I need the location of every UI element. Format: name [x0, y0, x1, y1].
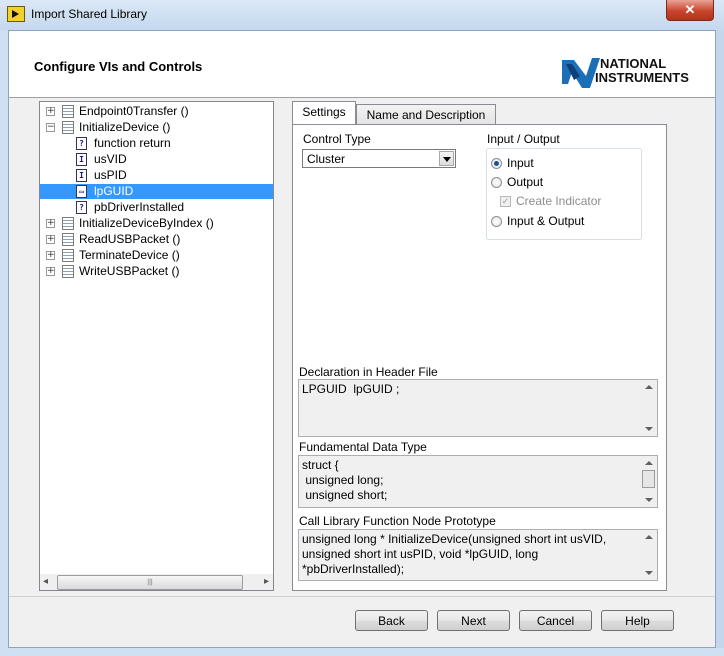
header-divider: [9, 97, 715, 98]
cluster-param-icon: ▭: [76, 185, 87, 198]
window-frame: [716, 30, 724, 648]
page-title: Configure VIs and Controls: [34, 59, 203, 74]
tree-item-label: usVID: [94, 152, 127, 166]
title-bar[interactable]: Import Shared Library ✕: [0, 0, 724, 30]
vertical-scrollbar[interactable]: [640, 456, 657, 507]
tree-item-label: Endpoint0Transfer (): [79, 104, 189, 118]
tree-item-label: function return: [94, 136, 171, 150]
tree-item-label: lpGUID: [94, 184, 134, 198]
expand-icon[interactable]: +: [46, 219, 55, 228]
logo-text-national: NATIONAL: [600, 56, 666, 71]
function-icon: [62, 233, 74, 246]
scroll-down-icon[interactable]: [645, 427, 653, 431]
tree-item-lpguid[interactable]: ▭ lpGUID: [40, 184, 273, 199]
return-param-icon: ?: [76, 137, 87, 150]
function-icon: [62, 217, 74, 230]
input-output-label: Input / Output: [487, 132, 560, 146]
next-button[interactable]: Next: [437, 610, 510, 631]
radio-output[interactable]: [491, 177, 502, 188]
cancel-button[interactable]: Cancel: [519, 610, 592, 631]
scroll-up-icon[interactable]: [645, 461, 653, 465]
close-button[interactable]: ✕: [666, 0, 714, 21]
tree-item-label: ReadUSBPacket (): [79, 232, 181, 246]
radio-output-label: Output: [507, 175, 544, 189]
scroll-up-icon[interactable]: [645, 535, 653, 539]
radio-input-output-label: Input & Output: [507, 214, 585, 228]
tab-name-and-description[interactable]: Name and Description: [356, 104, 496, 125]
expand-icon[interactable]: +: [46, 107, 55, 116]
prototype-label: Call Library Function Node Prototype: [299, 514, 496, 528]
prototype-text: unsigned long * InitializeDevice(unsigne…: [302, 532, 607, 576]
vertical-scrollbar[interactable]: [640, 380, 657, 436]
expand-icon[interactable]: +: [46, 267, 55, 276]
fundamental-type-textbox[interactable]: struct { unsigned long; unsigned short;: [298, 455, 658, 508]
scroll-right-icon[interactable]: ▸: [264, 574, 269, 590]
create-indicator-checkbox[interactable]: ✓: [500, 196, 511, 207]
chevron-down-icon[interactable]: [439, 151, 454, 166]
scroll-thumb[interactable]: |||: [57, 575, 243, 590]
tree-item-label: InitializeDeviceByIndex (): [79, 216, 214, 230]
declaration-textbox[interactable]: LPGUID lpGUID ;: [298, 379, 658, 437]
prototype-textbox[interactable]: unsigned long * InitializeDevice(unsigne…: [298, 529, 658, 581]
tree-item-label: WriteUSBPacket (): [79, 264, 180, 278]
create-indicator-label: Create Indicator: [516, 194, 602, 208]
function-icon: [62, 249, 74, 262]
control-type-select[interactable]: Cluster: [302, 149, 456, 168]
function-icon: [62, 105, 74, 118]
tree-horizontal-scrollbar[interactable]: ◂ ||| ▸: [40, 574, 273, 590]
tab-settings[interactable]: Settings: [292, 101, 356, 125]
function-tree[interactable]: + Endpoint0Transfer () − InitializeDevic…: [39, 101, 274, 591]
help-button[interactable]: Help: [601, 610, 674, 631]
radio-input-label: Input: [507, 156, 534, 170]
control-type-value: Cluster: [307, 152, 346, 166]
scroll-down-icon[interactable]: [645, 498, 653, 502]
vertical-scrollbar[interactable]: [640, 530, 657, 580]
control-type-label: Control Type: [303, 132, 371, 146]
radio-input[interactable]: [491, 158, 502, 169]
declaration-text: LPGUID lpGUID ;: [302, 382, 400, 396]
scroll-up-icon[interactable]: [645, 385, 653, 389]
tree-item-label: TerminateDevice (): [79, 248, 180, 262]
radio-input-output[interactable]: [491, 216, 502, 227]
logo-text-instruments: INSTRUMENTS: [595, 70, 689, 85]
window-title: Import Shared Library: [31, 7, 148, 21]
scroll-left-icon[interactable]: ◂: [43, 574, 48, 590]
function-icon: [62, 121, 74, 134]
integer-param-icon: I: [76, 153, 87, 166]
back-button[interactable]: Back: [355, 610, 428, 631]
button-divider: [9, 596, 715, 597]
scroll-thumb[interactable]: [642, 470, 655, 488]
scroll-down-icon[interactable]: [645, 571, 653, 575]
ni-logo: NATIONAL INSTRUMENTS: [562, 56, 689, 88]
collapse-icon[interactable]: −: [46, 123, 55, 132]
tree-item-label: usPID: [94, 168, 127, 182]
tree-item-label: pbDriverInstalled: [94, 200, 185, 214]
tab-bar: Settings Name and Description: [292, 101, 667, 125]
tree-item-label: InitializeDevice (): [79, 120, 171, 134]
fundamental-type-label: Fundamental Data Type: [299, 440, 427, 454]
function-icon: [62, 265, 74, 278]
labview-icon: [7, 6, 25, 22]
expand-icon[interactable]: +: [46, 251, 55, 260]
fundamental-type-text: struct { unsigned long; unsigned short;: [302, 458, 388, 502]
integer-param-icon: I: [76, 169, 87, 182]
unknown-param-icon: ?: [76, 201, 87, 214]
expand-icon[interactable]: +: [46, 235, 55, 244]
declaration-label: Declaration in Header File: [299, 365, 438, 379]
